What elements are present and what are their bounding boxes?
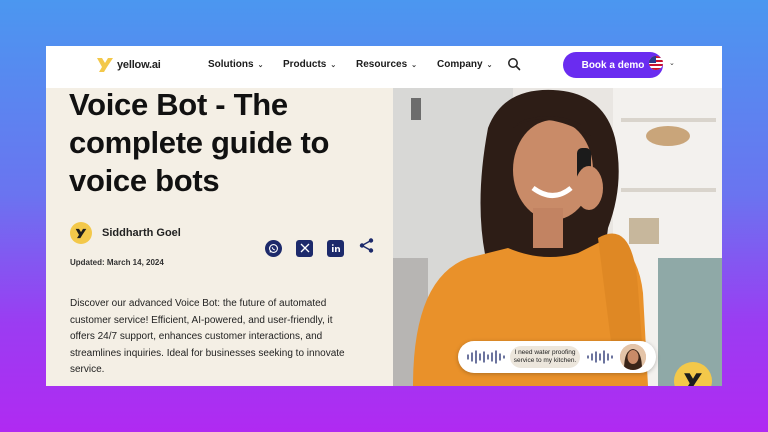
- linkedin-glyph: [331, 244, 340, 252]
- waveform-icon: [467, 350, 505, 364]
- share-glyph: [359, 238, 374, 253]
- search-button[interactable]: [507, 57, 521, 76]
- waveform-icon: [587, 350, 613, 364]
- nav-company-label: Company: [437, 59, 483, 70]
- author-name: Siddharth Goel: [102, 227, 181, 239]
- nav-solutions[interactable]: Solutions ⌄: [208, 59, 263, 70]
- nav-resources-label: Resources: [356, 59, 408, 70]
- author-avatar: [70, 222, 92, 244]
- top-navbar: yellow.ai Solutions ⌄ Products ⌄ Resourc…: [46, 46, 722, 88]
- chevron-down-icon: ⌄: [486, 61, 493, 69]
- author-block[interactable]: Siddharth Goel: [70, 222, 181, 244]
- browser-page: yellow.ai Solutions ⌄ Products ⌄ Resourc…: [46, 46, 722, 386]
- share-bar: [265, 237, 375, 259]
- x-icon[interactable]: [296, 239, 313, 257]
- nav-resources[interactable]: Resources ⌄: [356, 59, 417, 70]
- page-title: Voice Bot - The complete guide to voice …: [69, 87, 330, 198]
- search-icon: [508, 58, 521, 71]
- caller-avatar: [620, 344, 646, 370]
- nav-products-label: Products: [283, 59, 327, 70]
- chevron-down-icon: ⌄: [411, 61, 418, 69]
- x-glyph: [300, 243, 309, 253]
- book-demo-button[interactable]: Book a demo: [563, 52, 663, 78]
- whatsapp-glyph: [269, 243, 278, 253]
- brand-name: yellow.ai: [117, 59, 161, 71]
- us-flag-icon: [649, 56, 663, 70]
- nav-products[interactable]: Products ⌄: [283, 59, 336, 70]
- nav-solutions-label: Solutions: [208, 59, 254, 70]
- yellow-logo-icon: [97, 58, 113, 72]
- linkedin-icon[interactable]: [327, 239, 344, 257]
- brand-logo[interactable]: yellow.ai: [96, 57, 161, 73]
- whatsapp-icon[interactable]: [265, 239, 282, 257]
- updated-date: Updated: March 14, 2024: [70, 258, 164, 267]
- yellow-logo-icon: [684, 373, 702, 386]
- yellow-logo-icon: [75, 228, 87, 238]
- share-icon[interactable]: [358, 237, 375, 259]
- language-selector[interactable]: ⌄: [649, 56, 675, 70]
- voice-message-bubble: I need water proofing service to my kitc…: [458, 341, 656, 373]
- caller-avatar-image: [620, 344, 646, 370]
- nav-company[interactable]: Company ⌄: [437, 59, 492, 70]
- article-description: Discover our advanced Voice Bot: the fut…: [70, 298, 345, 375]
- voice-message-text: I need water proofing service to my kitc…: [510, 346, 580, 368]
- chevron-down-icon: ⌄: [669, 60, 675, 67]
- chevron-down-icon: ⌄: [257, 61, 264, 69]
- chevron-down-icon: ⌄: [330, 61, 337, 69]
